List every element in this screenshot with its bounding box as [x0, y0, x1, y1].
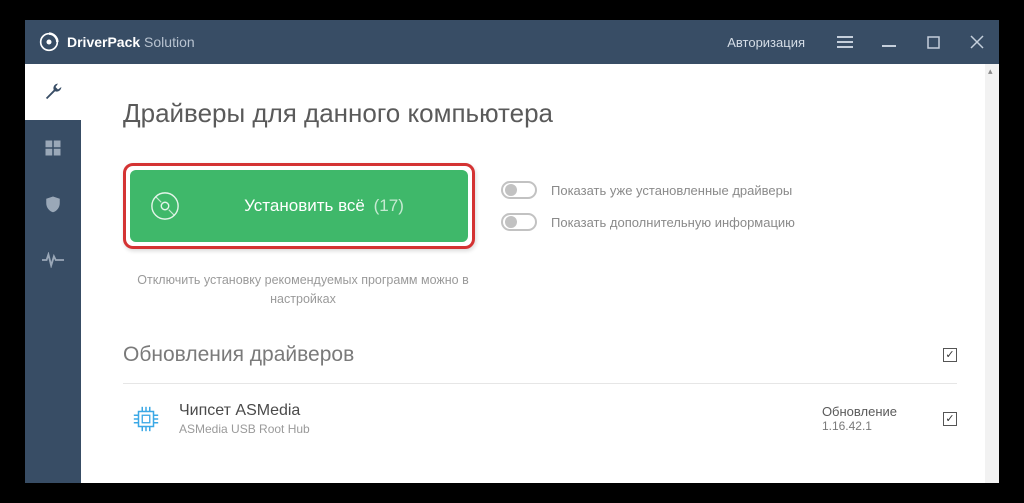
settings-hint: Отключить установку рекомендуемых програ…	[123, 271, 483, 309]
close-icon	[970, 35, 984, 49]
sidebar-item-diagnostics[interactable]	[25, 232, 81, 288]
sidebar-item-security[interactable]	[25, 176, 81, 232]
hamburger-icon	[837, 35, 853, 49]
driver-name: Чипсет ASMedia	[179, 402, 804, 420]
vertical-scrollbar[interactable]: ▴	[985, 64, 999, 483]
switch-icon	[501, 213, 537, 231]
driver-status-block: Обновление 1.16.42.1	[822, 404, 897, 433]
titlebar: DriverPack Solution Авторизация	[25, 20, 999, 64]
toggle-show-more[interactable]: Показать дополнительную информацию	[501, 213, 795, 231]
toggle-group: Показать уже установленные драйверы Пока…	[501, 181, 795, 231]
app-logo: DriverPack Solution	[25, 32, 209, 52]
close-button[interactable]	[955, 20, 999, 64]
hero-row: Установить всё (17) Показать уже установ…	[123, 163, 957, 249]
install-all-button[interactable]: Установить всё (17)	[130, 170, 468, 242]
brand-icon	[39, 32, 59, 52]
chip-icon	[131, 404, 161, 434]
switch-icon	[501, 181, 537, 199]
install-highlight: Установить всё (17)	[123, 163, 475, 249]
pulse-icon	[42, 252, 64, 268]
toggle-show-installed[interactable]: Показать уже установленные драйверы	[501, 181, 795, 199]
minimize-button[interactable]	[867, 20, 911, 64]
scroll-up-icon: ▴	[988, 66, 993, 77]
shield-icon	[44, 194, 62, 214]
brand-text: DriverPack Solution	[67, 34, 195, 50]
driver-checkbox[interactable]: ✓	[943, 412, 957, 426]
driver-row[interactable]: Чипсет ASMedia ASMedia USB Root Hub Обно…	[123, 384, 957, 436]
driver-status: Обновление	[822, 404, 897, 419]
page-title: Драйверы для данного компьютера	[123, 98, 957, 129]
driver-version: 1.16.42.1	[822, 419, 897, 433]
grid-icon	[44, 139, 62, 157]
auth-link[interactable]: Авторизация	[709, 35, 823, 50]
wrench-icon	[43, 82, 63, 102]
maximize-button[interactable]	[911, 20, 955, 64]
section-header-updates: Обновления драйверов ✓	[123, 343, 957, 377]
install-label: Установить всё (17)	[200, 196, 448, 216]
main-content: Драйверы для данного компьютера Установи…	[81, 64, 999, 483]
toggle-label: Показать дополнительную информацию	[551, 215, 795, 230]
driver-subtitle: ASMedia USB Root Hub	[179, 422, 804, 436]
menu-button[interactable]	[823, 20, 867, 64]
select-all-checkbox[interactable]: ✓	[943, 348, 957, 362]
sidebar-item-apps[interactable]	[25, 120, 81, 176]
sidebar-item-drivers[interactable]	[25, 64, 81, 120]
maximize-icon	[927, 36, 940, 49]
toggle-label: Показать уже установленные драйверы	[551, 183, 792, 198]
minimize-icon	[882, 35, 896, 49]
sidebar	[25, 64, 81, 483]
disc-icon	[150, 191, 180, 221]
app-window: DriverPack Solution Авторизация	[25, 20, 999, 483]
driver-meta: Чипсет ASMedia ASMedia USB Root Hub	[179, 402, 804, 436]
section-title: Обновления драйверов	[123, 343, 354, 367]
app-body: Драйверы для данного компьютера Установи…	[25, 64, 999, 483]
